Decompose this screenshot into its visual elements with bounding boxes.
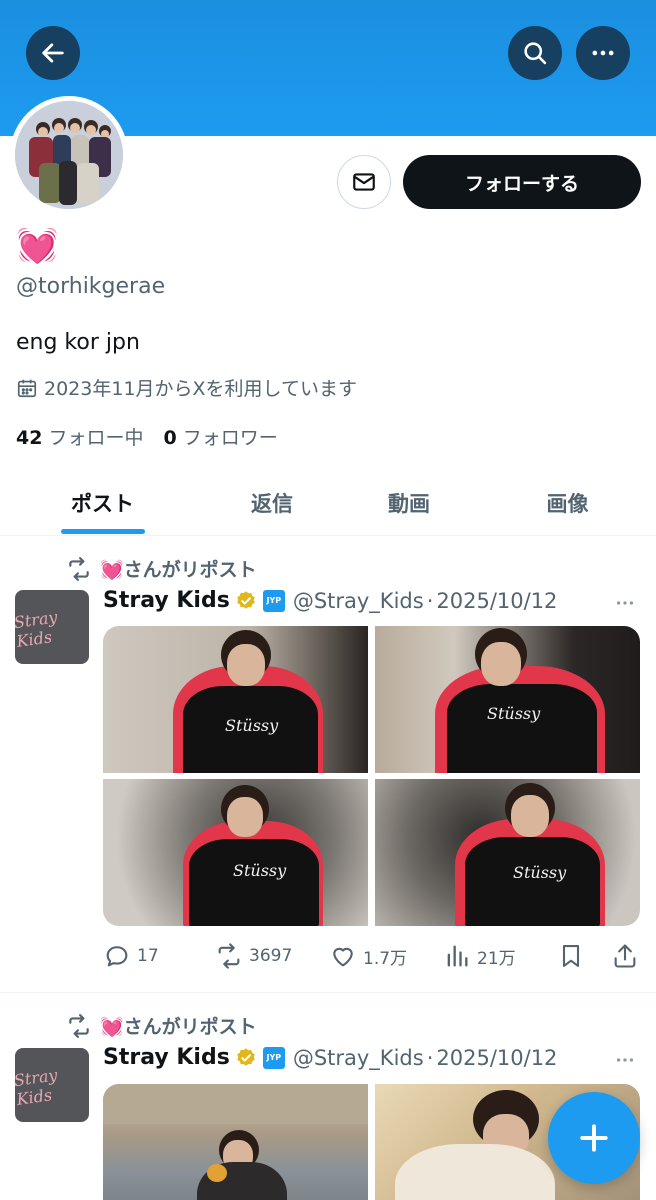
post-more-button[interactable] [612, 1047, 638, 1073]
follow-stats: 42 フォロー中 0 フォロワー [16, 423, 278, 450]
post-date[interactable]: 2025/10/12 [436, 1046, 557, 1070]
post-header: Stray Kids JYP @Stray_Kids · 2025/10/12 [103, 1045, 557, 1070]
like-count: 1.7万 [363, 948, 408, 969]
search-button[interactable] [508, 26, 562, 80]
affiliate-badge: JYP [262, 1046, 285, 1069]
display-name: 💓 [16, 226, 59, 266]
tab-posts[interactable]: ポスト [0, 470, 205, 536]
group-photo-image [15, 101, 123, 209]
view-count: 21万 [477, 948, 516, 969]
post-author-avatar[interactable]: Stray Kids [15, 1048, 89, 1122]
more-horizontal-icon [616, 601, 634, 605]
profile-bio: eng kor jpn [16, 330, 140, 355]
following-link[interactable]: 42 フォロー中 [16, 423, 143, 450]
profile-handle: @torhikgerae [16, 274, 166, 299]
repost-label: 💓さんがリポスト [100, 1016, 257, 1038]
share-icon [614, 944, 636, 968]
meta-separator: · [426, 1045, 434, 1070]
repost-label: 💓さんがリポスト [100, 559, 257, 581]
message-button[interactable] [337, 155, 391, 209]
reply-icon [106, 946, 128, 967]
followers-link[interactable]: 0 フォロワー [163, 423, 277, 450]
reply-count: 17 [137, 946, 159, 966]
followers-label: フォロワー [182, 427, 278, 449]
follow-button[interactable]: フォローする [403, 155, 641, 209]
plus-icon [580, 1124, 608, 1152]
repost-icon [218, 943, 240, 969]
arrow-left-icon [42, 43, 64, 63]
affiliate-badge: JYP [262, 589, 285, 612]
reply-button[interactable]: 17 [103, 942, 159, 970]
following-label: フォロー中 [48, 427, 144, 449]
author-name[interactable]: Stray Kids [103, 588, 230, 613]
post-photo[interactable]: Stüssy [103, 779, 368, 926]
more-horizontal-icon [616, 1058, 634, 1062]
post-actions: 17 3697 1.7万 21万 [103, 942, 640, 974]
repost-icon [69, 556, 89, 581]
following-count: 42 [16, 427, 43, 449]
meta-separator: · [426, 588, 434, 613]
author-name[interactable]: Stray Kids [103, 1045, 230, 1070]
author-handle[interactable]: @Stray_Kids [293, 589, 424, 613]
active-tab-indicator [61, 529, 145, 534]
tab-replies[interactable]: 返信 [205, 470, 339, 536]
calendar-icon [17, 379, 37, 397]
post-photo[interactable]: Stüssy [375, 779, 640, 926]
post-media-grid: Stüssy Stüssy Stüssy Stüssy [103, 626, 640, 926]
back-button[interactable] [26, 26, 80, 80]
envelope-icon [353, 173, 375, 191]
bookmark-button[interactable] [557, 942, 585, 970]
profile-avatar[interactable] [10, 96, 128, 214]
more-horizontal-icon [592, 50, 614, 56]
post-more-button[interactable] [612, 590, 638, 616]
views-button[interactable]: 21万 [443, 942, 516, 970]
post-photo[interactable]: Stüssy [103, 626, 368, 773]
compose-button[interactable] [548, 1092, 640, 1184]
heart-icon [333, 947, 353, 967]
share-button[interactable] [611, 942, 639, 970]
post-divider [0, 992, 656, 993]
join-date: 2023年11月からXを利用しています [16, 374, 357, 401]
avatar-logo-text: Stray Kids [15, 1065, 59, 1109]
post-photo[interactable]: Stüssy [375, 626, 640, 773]
search-icon [524, 42, 547, 65]
avatar-logo-text: Stray Kids [15, 607, 59, 651]
tab-images[interactable]: 画像 [479, 470, 656, 536]
post-date[interactable]: 2025/10/12 [436, 589, 557, 613]
bar-chart-icon [447, 945, 468, 967]
repost-count: 3697 [249, 946, 293, 966]
profile-tabs: ポスト 返信 動画 画像 [0, 470, 656, 536]
repost-button[interactable]: 3697 [215, 942, 292, 970]
group-photo-art [15, 101, 123, 209]
repost-icon [69, 1013, 89, 1038]
repost-indicator: 💓さんがリポスト [66, 555, 257, 582]
tab-videos[interactable]: 動画 [339, 470, 479, 536]
author-handle[interactable]: @Stray_Kids [293, 1046, 424, 1070]
post-photo[interactable] [103, 1084, 368, 1200]
repost-indicator: 💓さんがリポスト [66, 1012, 257, 1039]
like-button[interactable]: 1.7万 [329, 942, 407, 970]
post-header: Stray Kids JYP @Stray_Kids · 2025/10/12 [103, 588, 557, 613]
post-author-avatar[interactable]: Stray Kids [15, 590, 89, 664]
more-button[interactable] [576, 26, 630, 80]
followers-count: 0 [163, 427, 177, 449]
join-date-text: 2023年11月からXを利用しています [44, 378, 357, 400]
verified-badge-icon [237, 1047, 255, 1066]
bookmark-icon [562, 945, 580, 967]
verified-badge-icon [237, 590, 255, 609]
